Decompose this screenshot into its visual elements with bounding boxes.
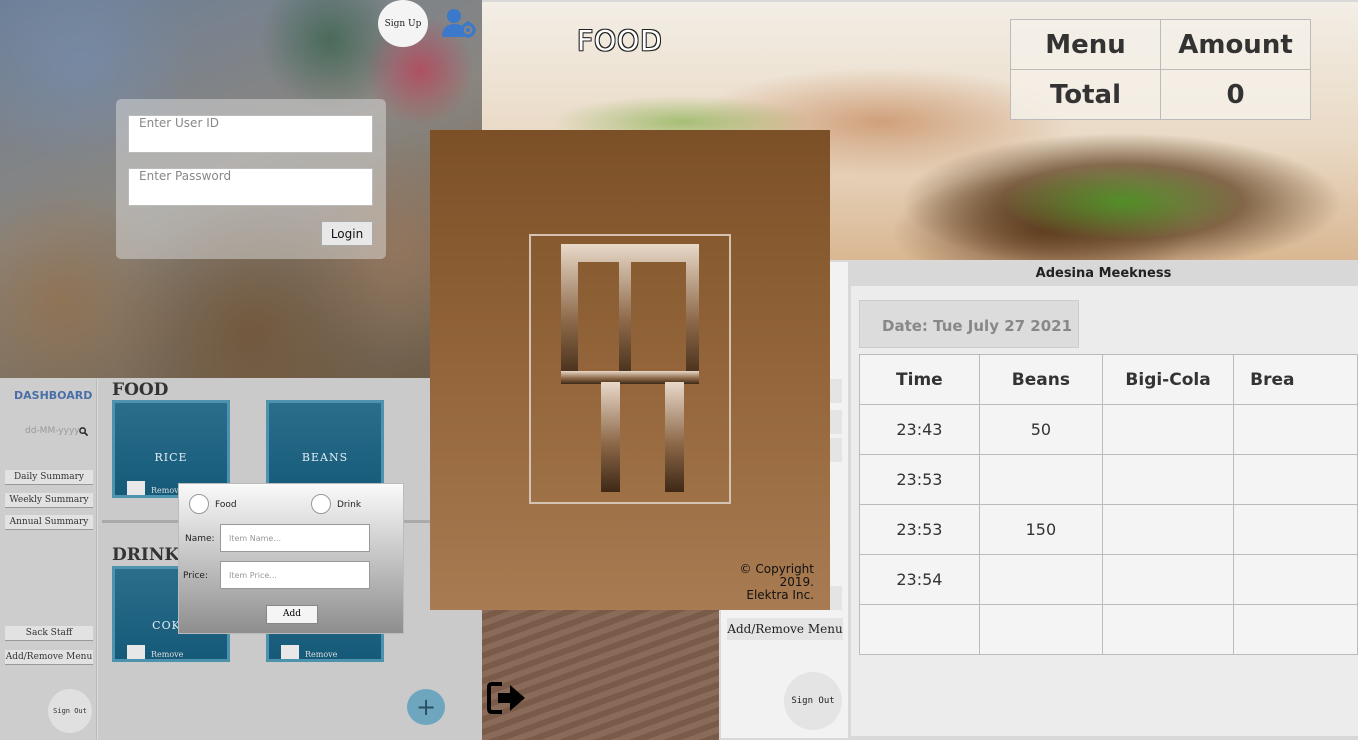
search-icon[interactable]: [79, 427, 88, 436]
sales-summary-panel: Adesina Meekness Date: Tue July 27 2021 …: [849, 262, 1358, 740]
sack-staff-button[interactable]: Sack Staff: [5, 626, 93, 641]
add-item-dialog: Food Drink Name: Item Name... Price: Ite…: [178, 483, 404, 634]
weekly-summary-button[interactable]: Weekly Summary: [5, 493, 93, 508]
cell: [1233, 554, 1358, 605]
totals-table: Menu Amount Total 0: [1010, 19, 1311, 120]
food-radio-label: Food: [215, 500, 237, 510]
cell: [1233, 604, 1358, 655]
totals-amount-header: Amount: [1160, 19, 1311, 70]
cell: [1101, 554, 1235, 605]
cell: [978, 454, 1103, 505]
column-header: Beans: [978, 354, 1103, 405]
cell: [1233, 454, 1358, 505]
item-name-input[interactable]: Item Name...: [220, 524, 370, 552]
cell: [1101, 604, 1235, 655]
drink-radio[interactable]: [311, 494, 331, 514]
dashboard-signout-button[interactable]: Sign Out: [48, 689, 92, 733]
dashboard-sidebar: DASHBOARD dd-MM-yyyy Daily Summary Weekl…: [0, 378, 97, 740]
cell: [1233, 404, 1358, 455]
login-card: Enter User ID Enter Password Login: [116, 99, 386, 259]
add-remove-menu-button[interactable]: Add/Remove Menu: [5, 650, 93, 665]
table-row: 23:53: [859, 454, 1358, 505]
table-row: 23:53 150: [859, 504, 1358, 555]
copyright-company: Elektra Inc.: [746, 588, 814, 602]
cell: [1101, 454, 1235, 505]
totals-menu-header: Menu: [1010, 19, 1161, 70]
table-row: 23:43 50: [859, 404, 1358, 455]
copyright-text: © Copyright 2019. Elektra Inc.: [720, 563, 814, 602]
cell: [1101, 404, 1235, 455]
annual-summary-button[interactable]: Annual Summary: [5, 515, 93, 530]
login-background: Sign Up Enter User ID Enter Password Log…: [0, 0, 482, 378]
date-placeholder: dd-MM-yyyy: [25, 426, 80, 436]
wood-background: [482, 608, 719, 740]
food-radio[interactable]: [189, 494, 209, 514]
remove-label: Remove: [151, 650, 184, 659]
column-header: Bigi-Cola: [1101, 354, 1235, 405]
drink-section-heading: DRINK: [112, 545, 180, 565]
remove-checkbox[interactable]: [127, 645, 145, 659]
password-input[interactable]: Enter Password: [128, 168, 373, 206]
dashboard-title: DASHBOARD: [14, 389, 93, 402]
table-row: 23:54: [859, 554, 1358, 605]
price-label: Price:: [183, 571, 208, 581]
signout-arrow-icon[interactable]: [486, 680, 528, 716]
user-name: Adesina Meekness: [1035, 266, 1172, 281]
logo-frame: [529, 234, 731, 504]
splash-card: © Copyright 2019. Elektra Inc.: [430, 130, 830, 610]
page-title: FOOD: [577, 24, 663, 57]
add-item-button[interactable]: Add: [266, 605, 318, 624]
column-header: Time: [859, 354, 980, 405]
plus-icon: +: [415, 693, 437, 721]
sales-table: Time Beans Bigi-Cola Brea 23:43 50 23:53 …: [859, 354, 1358, 655]
food-section-heading: FOOD: [112, 380, 169, 400]
cell: 23:43: [859, 404, 980, 455]
menu-card-label: BEANS: [301, 451, 349, 464]
signup-button[interactable]: Sign Up: [378, 0, 428, 47]
summary-body: Date: Tue July 27 2021 Time Beans Bigi-C…: [851, 286, 1358, 736]
cell: 23:54: [859, 554, 980, 605]
item-price-input[interactable]: Item Price...: [220, 561, 370, 589]
login-button[interactable]: Login: [321, 221, 373, 246]
name-label: Name:: [185, 534, 215, 544]
user-gear-icon[interactable]: [442, 8, 476, 38]
signout-button[interactable]: Sign Out: [784, 672, 842, 730]
remove-label: Remove: [305, 650, 338, 659]
totals-total-value: 0: [1160, 69, 1311, 120]
cell: [1101, 504, 1235, 555]
menu-card-label: RICE: [154, 451, 188, 464]
add-item-fab[interactable]: +: [407, 689, 445, 725]
column-header: Brea: [1233, 354, 1358, 405]
totals-total-label: Total: [1010, 69, 1161, 120]
cell: [978, 604, 1103, 655]
remove-checkbox[interactable]: [281, 645, 299, 659]
add-remove-menu-button[interactable]: Add/Remove Menu: [727, 618, 843, 640]
drink-radio-label: Drink: [337, 500, 362, 510]
cell: 23:53: [859, 504, 980, 555]
cell: [1233, 504, 1358, 555]
cell: 50: [978, 404, 1103, 455]
daily-summary-button[interactable]: Daily Summary: [5, 470, 93, 485]
remove-checkbox[interactable]: [127, 481, 145, 495]
date-display: Date: Tue July 27 2021: [859, 300, 1079, 348]
cell: 23:53: [859, 454, 980, 505]
user-id-input[interactable]: Enter User ID: [128, 115, 373, 153]
cell: [859, 604, 980, 655]
copyright-line: © Copyright 2019.: [739, 562, 814, 589]
table-row: [859, 604, 1358, 655]
cell: [978, 554, 1103, 605]
cell: 150: [978, 504, 1103, 555]
fork-logo-icon: [561, 244, 699, 492]
